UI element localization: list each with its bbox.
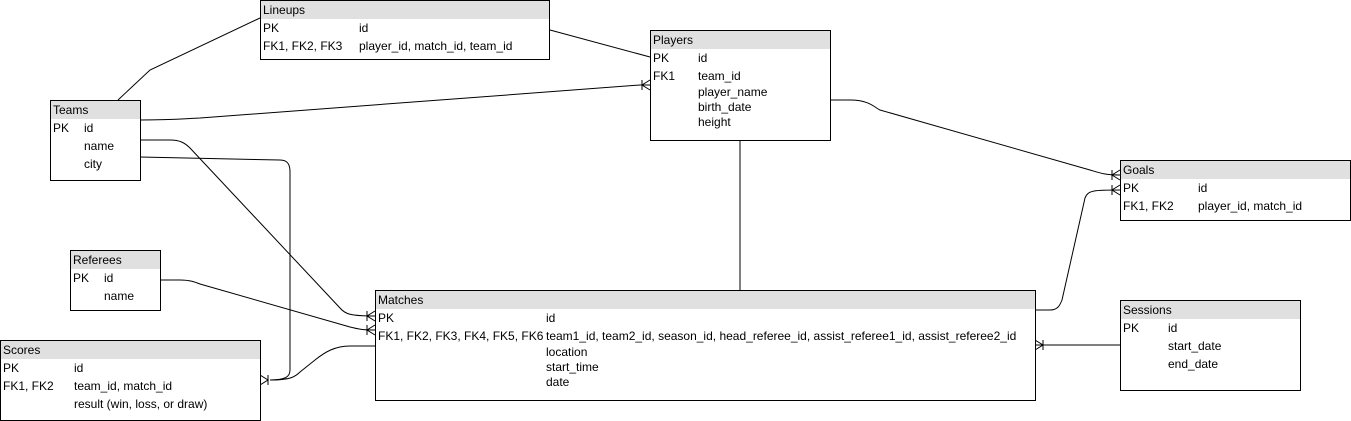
field-label: id: [1168, 321, 1178, 335]
key-label: PK: [53, 121, 70, 135]
field-label: city: [84, 157, 102, 171]
entity-row: date: [376, 375, 1035, 390]
entity-row: PK id: [1121, 179, 1350, 197]
edge-lineups-teams: [117, 17, 261, 101]
field-label: player_id, match_id, team_id: [359, 39, 513, 53]
field-label: start_time: [546, 360, 599, 374]
entity-referees-title: Referees: [71, 251, 160, 269]
entity-row: location: [376, 345, 1035, 360]
entity-row: FK1, FK2, FK3 player_id, match_id, team_…: [261, 37, 549, 55]
edge-lineups-players: [549, 29, 651, 58]
entity-row: birth_date: [651, 100, 830, 115]
entity-row: FK1, FK2 player_id, match_id: [1121, 197, 1350, 215]
entity-row: PK id: [651, 49, 830, 67]
crowfoot-scores-1: [259, 374, 269, 386]
entity-scores-title: Scores: [1, 341, 260, 359]
key-label: PK: [263, 21, 280, 35]
field-label: result (win, loss, or draw): [74, 397, 208, 411]
edge-players-goals: [830, 99, 1121, 176]
entity-lineups-title: Lineups: [261, 1, 549, 19]
field-label: player_name: [698, 85, 768, 99]
field-label: date: [546, 375, 570, 389]
entity-row: PK id: [1, 359, 260, 377]
edge-matches-goals: [1030, 189, 1121, 311]
entity-row: FK1, FK2 team_id, match_id: [1, 377, 260, 395]
entity-row: name: [51, 137, 140, 155]
field-label: id: [698, 51, 708, 65]
entity-teams-title: Teams: [51, 101, 140, 119]
entity-row: height: [651, 115, 830, 130]
field-label: start_date: [1168, 339, 1222, 353]
field-label: location: [546, 345, 588, 359]
entity-teams[interactable]: Teams PK id name city: [50, 100, 141, 181]
field-label: id: [104, 271, 114, 285]
entity-row: result (win, loss, or draw): [1, 395, 260, 413]
field-label: team_id: [698, 69, 741, 83]
entity-players-title: Players: [651, 31, 830, 49]
key-label: FK1, FK2: [3, 379, 54, 393]
edge-matches-scores: [269, 345, 375, 381]
entity-row: start_date: [1121, 337, 1300, 355]
key-label: PK: [1123, 321, 1140, 335]
key-label: PK: [378, 311, 395, 325]
entity-row: FK1 team_id: [651, 67, 830, 85]
key-label: FK1, FK2, FK3: [263, 39, 343, 53]
key-label: PK: [3, 361, 20, 375]
key-label: FK1, FK2: [1123, 199, 1174, 213]
field-label: height: [698, 115, 731, 129]
entity-row: PK id: [51, 119, 140, 137]
field-label: team_id, match_id: [74, 379, 173, 393]
field-label: id: [359, 21, 369, 35]
entity-row: city: [51, 155, 140, 173]
entity-scores[interactable]: Scores PK id FK1, FK2 team_id, match_id …: [0, 340, 261, 421]
key-label: PK: [653, 51, 670, 65]
entity-row: PK id: [1121, 319, 1300, 337]
entity-matches[interactable]: Matches PK id FK1, FK2, FK3, FK4, FK5, F…: [375, 290, 1036, 401]
entity-row: PK id: [376, 309, 1035, 327]
field-label: id: [546, 311, 556, 325]
edge-teams-matches-1: [140, 139, 376, 317]
entity-sessions-title: Sessions: [1121, 301, 1300, 319]
entity-matches-title: Matches: [376, 291, 1035, 309]
entity-row: start_time: [376, 360, 1035, 375]
edge-referees-matches: [160, 279, 376, 331]
entity-row: player_name: [651, 85, 830, 100]
field-label: id: [84, 121, 94, 135]
entity-goals-title: Goals: [1121, 161, 1350, 179]
field-label: birth_date: [698, 100, 752, 114]
entity-players[interactable]: Players PK id FK1 team_id player_name bi…: [650, 30, 831, 141]
field-label: team1_id, team2_id, season_id, head_refe…: [546, 329, 1017, 343]
entity-row: FK1, FK2, FK3, FK4, FK5, FK6 team1_id, t…: [376, 327, 1035, 345]
edge-teams-players: [139, 84, 650, 121]
field-label: end_date: [1168, 357, 1219, 371]
field-label: name: [104, 289, 135, 303]
entity-lineups[interactable]: Lineups PK id FK1, FK2, FK3 player_id, m…: [260, 0, 550, 60]
field-label: id: [1198, 181, 1208, 195]
field-label: id: [74, 361, 84, 375]
field-label: player_id, match_id: [1198, 199, 1303, 213]
entity-referees[interactable]: Referees PK id name: [70, 250, 161, 311]
entity-sessions[interactable]: Sessions PK id start_date end_date: [1120, 300, 1301, 391]
key-label: PK: [1123, 181, 1140, 195]
field-label: name: [84, 139, 115, 153]
key-label: FK1: [653, 69, 676, 83]
entity-goals[interactable]: Goals PK id FK1, FK2 player_id, match_id: [1120, 160, 1351, 221]
key-label: FK1, FK2, FK3, FK4, FK5, FK6: [378, 329, 544, 343]
entity-row: name: [71, 287, 160, 305]
key-label: PK: [73, 271, 90, 285]
entity-row: end_date: [1121, 355, 1300, 373]
entity-row: PK id: [261, 19, 549, 37]
entity-row: PK id: [71, 269, 160, 287]
